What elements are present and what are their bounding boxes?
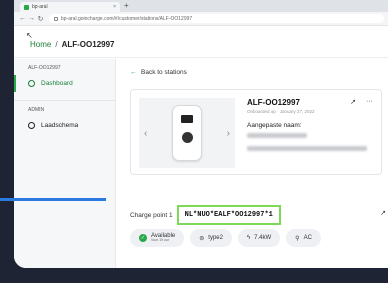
breadcrumb-separator: / (55, 40, 58, 49)
image-carousel: ‹ › (139, 98, 235, 168)
charge-point-id: NL*NUO*EALF*OO12997*1 (176, 205, 281, 225)
lock-icon (54, 16, 58, 21)
sidebar-section-station: ALF-OO12997 (28, 65, 61, 71)
charge-point-label: Charge point 1 (130, 211, 173, 219)
blurred-address (247, 146, 367, 151)
charger-screen (181, 115, 193, 123)
more-options-icon[interactable]: ··· (366, 98, 373, 106)
forward-arrow-icon[interactable]: → (27, 15, 36, 22)
status-sublabel: Voor 19 uur (151, 238, 170, 243)
connector-type-label: type2 (208, 235, 223, 241)
annotation-line (0, 198, 106, 201)
browser-tab[interactable]: bp-aral × (20, 2, 120, 12)
url-input[interactable]: bp-aral.goincharge.com/#/customer/statio… (49, 14, 384, 23)
back-label: Back to stations (141, 69, 187, 76)
check-icon: ✓ (139, 234, 147, 242)
back-to-stations-link[interactable]: ← Back to stations (130, 69, 187, 76)
url-text: bp-aral.goincharge.com/#/customer/statio… (61, 15, 193, 22)
trend-icon[interactable]: ↗ (380, 209, 386, 217)
favicon-icon (24, 4, 29, 10)
sidebar-item-laadschema[interactable]: Laadschema (14, 117, 115, 134)
card-actions: ↗ ··· (350, 98, 373, 106)
new-tab-icon[interactable]: + (124, 1, 129, 10)
current-type-label: AC (303, 235, 312, 241)
trend-icon[interactable]: ↗ (350, 98, 356, 106)
sidebar-section-admin: ADMIN (28, 107, 45, 113)
plug-icon: ⊜ (199, 235, 205, 242)
clock-icon (28, 122, 35, 129)
sidebar-item-label: Dashboard (41, 80, 73, 87)
chevron-right-icon[interactable]: › (227, 128, 230, 139)
connector-chips: ✓ Available Voor 19 uur ⊜ type2 ϟ 7.4kW … (130, 229, 321, 247)
blurred-name (247, 133, 307, 138)
bolt-icon: ϟ (246, 235, 251, 241)
charger-image (172, 105, 202, 161)
power-chip: ϟ 7.4kW (237, 229, 281, 247)
tab-title: bp-aral (32, 4, 48, 10)
location-pin-icon (28, 80, 35, 87)
back-arrow-icon[interactable]: ← (18, 15, 27, 22)
sidebar-item-label: Laadschema (41, 122, 79, 129)
status-badge: ✓ Available Voor 19 uur (130, 229, 185, 247)
reload-icon[interactable]: ↻ (36, 15, 45, 23)
charger-socket (182, 132, 193, 143)
page-title: ALF-OO12997 (61, 40, 115, 49)
pin-icon: ⚲ (295, 235, 300, 242)
station-subtitle: Onboarded op · January 27, 2022 (247, 109, 315, 114)
address-bar-row: ← → ↻ bp-aral.goincharge.com/#/customer/… (14, 12, 388, 26)
close-icon[interactable]: × (113, 4, 116, 10)
sidebar: ALF-OO12997 Dashboard ADMIN Laadschema (14, 59, 116, 268)
breadcrumb-home[interactable]: Home (30, 40, 51, 49)
breadcrumb: Home / ALF-OO12997 (14, 26, 388, 58)
connector-type-chip: ⊜ type2 (190, 229, 232, 247)
power-label: 7.4kW (254, 235, 272, 241)
station-card: ‹ › ALF-OO12997 Onboarded op · January 2… (130, 89, 382, 175)
mouse-cursor-icon: ↖ (26, 31, 33, 40)
main-content: ← Back to stations ‹ › ALF-OO12997 Onboa… (118, 59, 388, 268)
charge-point-row: Charge point 1 NL*NUO*EALF*OO12997*1 (130, 205, 281, 225)
arrow-left-icon: ← (130, 69, 137, 76)
chevron-left-icon[interactable]: ‹ (144, 128, 147, 139)
sidebar-item-dashboard[interactable]: Dashboard (14, 75, 115, 92)
browser-window: bp-aral × + ← → ↻ bp-aral.goincharge.com… (14, 0, 388, 268)
current-type-chip: ⚲ AC (286, 229, 321, 247)
custom-name-label: Aangepaste naam: (247, 122, 302, 129)
tab-bar: bp-aral × + (14, 0, 388, 12)
